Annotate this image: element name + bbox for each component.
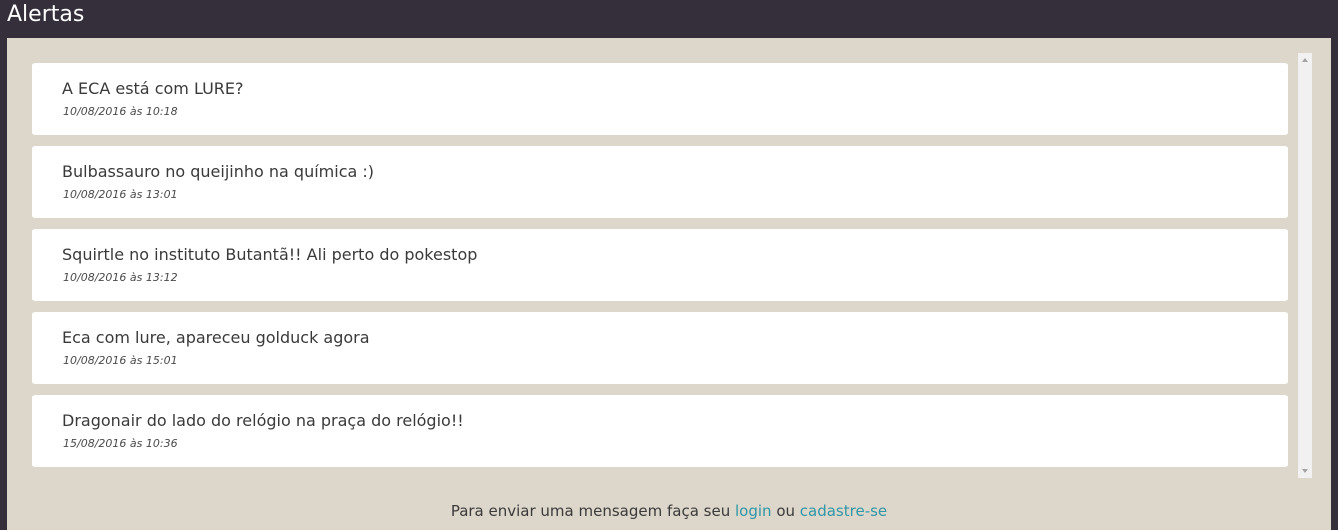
login-prompt-text: Para enviar uma mensagem faça seu <box>450 502 735 520</box>
alert-timestamp: 10/08/2016 às 13:01 <box>63 188 178 201</box>
alert-timestamp: 10/08/2016 às 15:01 <box>63 354 178 367</box>
alert-message: A ECA está com LURE? <box>62 79 244 98</box>
alert-timestamp: 15/08/2016 às 10:36 <box>63 437 178 450</box>
login-prompt: Para enviar uma mensagem faça seu login … <box>7 502 1331 520</box>
page-title: Alertas <box>7 2 85 27</box>
alert-message: Squirtle no instituto Butantã!! Ali pert… <box>62 245 478 264</box>
alerts-scrollbar[interactable] <box>1298 53 1312 478</box>
alerts-panel: A ECA está com LURE? 10/08/2016 às 10:18… <box>7 38 1331 530</box>
alert-timestamp: 10/08/2016 às 10:18 <box>63 105 178 118</box>
login-prompt-conjunction: ou <box>771 502 800 520</box>
scroll-up-arrow-icon[interactable] <box>1298 53 1312 67</box>
alert-timestamp: 10/08/2016 às 13:12 <box>63 271 178 284</box>
alert-message: Eca com lure, apareceu golduck agora <box>62 328 370 347</box>
alert-message: Dragonair do lado do relógio na praça do… <box>62 411 464 430</box>
app-header: Alertas <box>0 0 1338 38</box>
alert-item[interactable]: Bulbassauro no queijinho na química :) 1… <box>32 146 1288 218</box>
alert-item[interactable]: Dragonair do lado do relógio na praça do… <box>32 395 1288 467</box>
login-link[interactable]: login <box>735 502 772 520</box>
alert-item[interactable]: A ECA está com LURE? 10/08/2016 às 10:18 <box>32 63 1288 135</box>
scroll-down-arrow-icon[interactable] <box>1298 464 1312 478</box>
alert-item[interactable]: Squirtle no instituto Butantã!! Ali pert… <box>32 229 1288 301</box>
alerts-list[interactable]: A ECA está com LURE? 10/08/2016 às 10:18… <box>32 54 1288 478</box>
alert-item[interactable]: Eca com lure, apareceu golduck agora 10/… <box>32 312 1288 384</box>
alert-message: Bulbassauro no queijinho na química :) <box>62 162 375 181</box>
signup-link[interactable]: cadastre-se <box>800 502 887 520</box>
